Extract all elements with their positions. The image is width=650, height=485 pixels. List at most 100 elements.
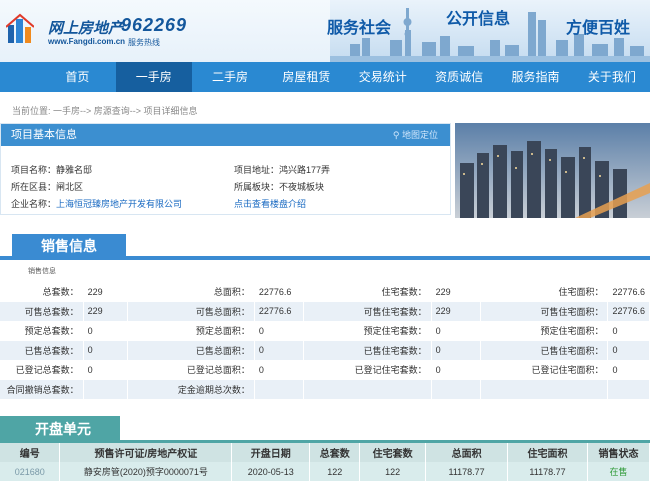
sales-section-tab: 销售信息 xyxy=(12,234,126,258)
sales-value-text: 22776.6 xyxy=(258,286,292,297)
company-link[interactable]: 上海恒冠臻房地产开发有限公司 xyxy=(56,199,182,209)
sales-label-text: 预定总套数： xyxy=(24,326,79,336)
cell-residential-area: 11178.77 xyxy=(507,462,588,481)
sales-cell-label: 可售住宅套数： xyxy=(304,301,432,321)
sales-label-text: 住宅套数： xyxy=(381,287,427,297)
sales-cell-label: 总面积： xyxy=(128,282,255,301)
nav-guide[interactable]: 服务指南 xyxy=(497,62,573,92)
sales-row: 已登记总套数： 0 已登记总面积： 0 已登记住宅套数： 0 已登记住宅面积： 0 xyxy=(0,360,650,380)
sales-cell-label: 可售住宅面积： xyxy=(481,301,609,321)
main-nav: 首页 一手房 二手房 房屋租赁 交易统计 资质诚信 服务指南 关于我们 xyxy=(0,62,650,92)
nav-home[interactable]: 首页 xyxy=(39,62,115,92)
block-label: 所属板块： xyxy=(234,182,280,192)
map-link-label: 地图定位 xyxy=(401,130,438,140)
cell-open-date: 2020-05-13 xyxy=(231,462,311,481)
sales-value-text: 0 xyxy=(87,345,93,355)
sales-cell-value: 0 xyxy=(254,340,305,360)
project-name-row: 项目名称：静雅名邸 xyxy=(11,163,92,176)
project-info-panel: 项目基本信息 ⚲ 地图定位 项目名称：静雅名邸 项目地址：鸿兴路177弄 所在区… xyxy=(0,123,451,215)
sales-label-text: 定金逾期总次数： xyxy=(177,384,250,395)
sales-cell-value xyxy=(431,379,482,399)
sales-cell-label: 合同撤销总套数： xyxy=(0,379,84,399)
sales-cell-label: 预定住宅面积： xyxy=(481,321,609,340)
logo-title[interactable]: 网上房地产 xyxy=(48,17,123,38)
map-location-link[interactable]: ⚲ 地图定位 xyxy=(393,124,438,146)
sales-label-text: 可售住宅面积： xyxy=(540,306,604,317)
sales-value-text: 229 xyxy=(87,286,103,297)
sales-cell-value: 229 xyxy=(432,282,482,301)
sales-cell-value: 229 xyxy=(83,301,128,321)
nav-resale[interactable]: 二手房 xyxy=(192,62,268,92)
col-residential-units: 住宅套数 xyxy=(359,443,427,462)
sales-cell-label: 定金逾期总次数： xyxy=(127,379,255,399)
sales-sub-label: 销售信息 xyxy=(28,268,56,275)
sales-cell-label: 预定总套数： xyxy=(0,321,84,340)
open-units-tab: 开盘单元 xyxy=(0,416,120,442)
project-intro-link[interactable]: 点击查看楼盘介绍 xyxy=(234,199,306,209)
sales-cell-value: 0 xyxy=(83,340,128,360)
col-status: 销售状态 xyxy=(587,443,650,462)
slogan-3: 方便百姓 xyxy=(566,20,631,37)
col-total-units: 总套数 xyxy=(309,443,361,462)
col-code: 编号 xyxy=(0,443,61,462)
sales-cell-value: 0 xyxy=(255,321,305,340)
sales-label-text: 可售总面积： xyxy=(195,306,250,317)
cell-code[interactable]: 021680 xyxy=(0,462,61,481)
map-pin-icon: ⚲ xyxy=(392,130,400,140)
sales-label-text: 总套数： xyxy=(42,287,79,297)
sales-value-text: 0 xyxy=(435,325,441,336)
sales-row: 总套数： 229 总面积： 22776.6 住宅套数： 229 住宅面积： 22776.6 xyxy=(0,282,650,302)
sales-label-text: 预定住宅面积： xyxy=(540,326,604,336)
sales-cell-value: 229 xyxy=(84,282,128,301)
project-name-value: 静雅名邸 xyxy=(56,165,93,175)
sales-label-text: 已登记住宅面积： xyxy=(531,365,604,375)
sales-value-text: 0 xyxy=(612,364,618,375)
sales-label-text: 总面积： xyxy=(213,287,250,297)
sales-cell-value: 0 xyxy=(608,360,650,379)
cell-total-units: 122 xyxy=(309,462,361,481)
sales-cell-value: 0 xyxy=(84,360,128,379)
sales-value-text: 22776.6 xyxy=(612,286,646,297)
sales-cell-label: 已售住宅套数： xyxy=(304,340,432,360)
sales-cell-label xyxy=(481,379,609,399)
sales-cell-label: 已售总面积： xyxy=(127,340,255,360)
nav-statistics[interactable]: 交易统计 xyxy=(345,62,421,92)
sales-cell-value: 229 xyxy=(431,301,482,321)
district-value: 闸北区 xyxy=(56,182,84,192)
sales-cell-label: 预定总面积： xyxy=(128,321,255,340)
sales-grid: 总套数： 229 总面积： 22776.6 住宅套数： 229 住宅面积： 22776.6 可售… xyxy=(0,282,650,399)
nav-about[interactable]: 关于我们 xyxy=(574,62,650,92)
sales-row: 合同撤销总套数： 定金逾期总次数： xyxy=(0,379,650,400)
sales-value-text: 0 xyxy=(435,345,441,355)
sales-label-text: 已登记总套数： xyxy=(15,365,79,375)
cell-residential-units: 122 xyxy=(359,462,427,481)
nav-credit[interactable]: 资质诚信 xyxy=(421,62,497,92)
slogan-1: 服务社会 xyxy=(327,20,392,37)
nav-new-homes[interactable]: 一手房 xyxy=(115,62,192,92)
sales-label-text: 已售住宅套数： xyxy=(363,345,427,356)
nav-rental[interactable]: 房屋租赁 xyxy=(268,62,344,92)
sales-value-text: 0 xyxy=(258,364,264,375)
sales-cell-value xyxy=(254,379,305,399)
col-residential-area: 住宅面积 xyxy=(507,443,588,462)
sales-cell-value: 0 xyxy=(432,360,482,379)
sales-value-text: 0 xyxy=(435,364,441,375)
company-row: 企业名称：上海恒冠臻房地产开发有限公司 xyxy=(11,197,182,210)
cell-permit[interactable]: 静安房管(2020)预字0000071号 xyxy=(59,462,233,481)
sales-row: 已售总套数： 0 已售总面积： 0 已售住宅套数： 0 已售住宅面积： 0 xyxy=(0,340,650,361)
cell-total-area: 11178.77 xyxy=(425,462,509,481)
sales-cell-label: 已登记住宅套数： xyxy=(304,360,432,379)
sales-cell-label: 总套数： xyxy=(0,282,84,301)
sales-cell-value: 0 xyxy=(84,321,128,340)
cell-sale-status: 在售 xyxy=(587,462,650,481)
open-units-table: 编号 预售许可证/房地产权证 开盘日期 总套数 住宅套数 总面积 住宅面积 销售… xyxy=(0,443,650,481)
table-row[interactable]: 021680 静安房管(2020)预字0000071号 2020-05-13 1… xyxy=(0,462,650,481)
table-header-row: 编号 预售许可证/房地产权证 开盘日期 总套数 住宅套数 总面积 住宅面积 销售… xyxy=(0,443,650,462)
sales-cell-value: 0 xyxy=(608,321,650,340)
sales-label-text: 已登记住宅套数： xyxy=(354,365,427,375)
sales-row: 预定总套数： 0 预定总面积： 0 预定住宅套数： 0 预定住宅面积： 0 xyxy=(0,321,650,341)
sales-label-text: 预定总面积： xyxy=(195,326,250,336)
sales-cell-label: 住宅套数： xyxy=(304,282,432,301)
project-info-header: 项目基本信息 ⚲ 地图定位 xyxy=(1,124,450,146)
